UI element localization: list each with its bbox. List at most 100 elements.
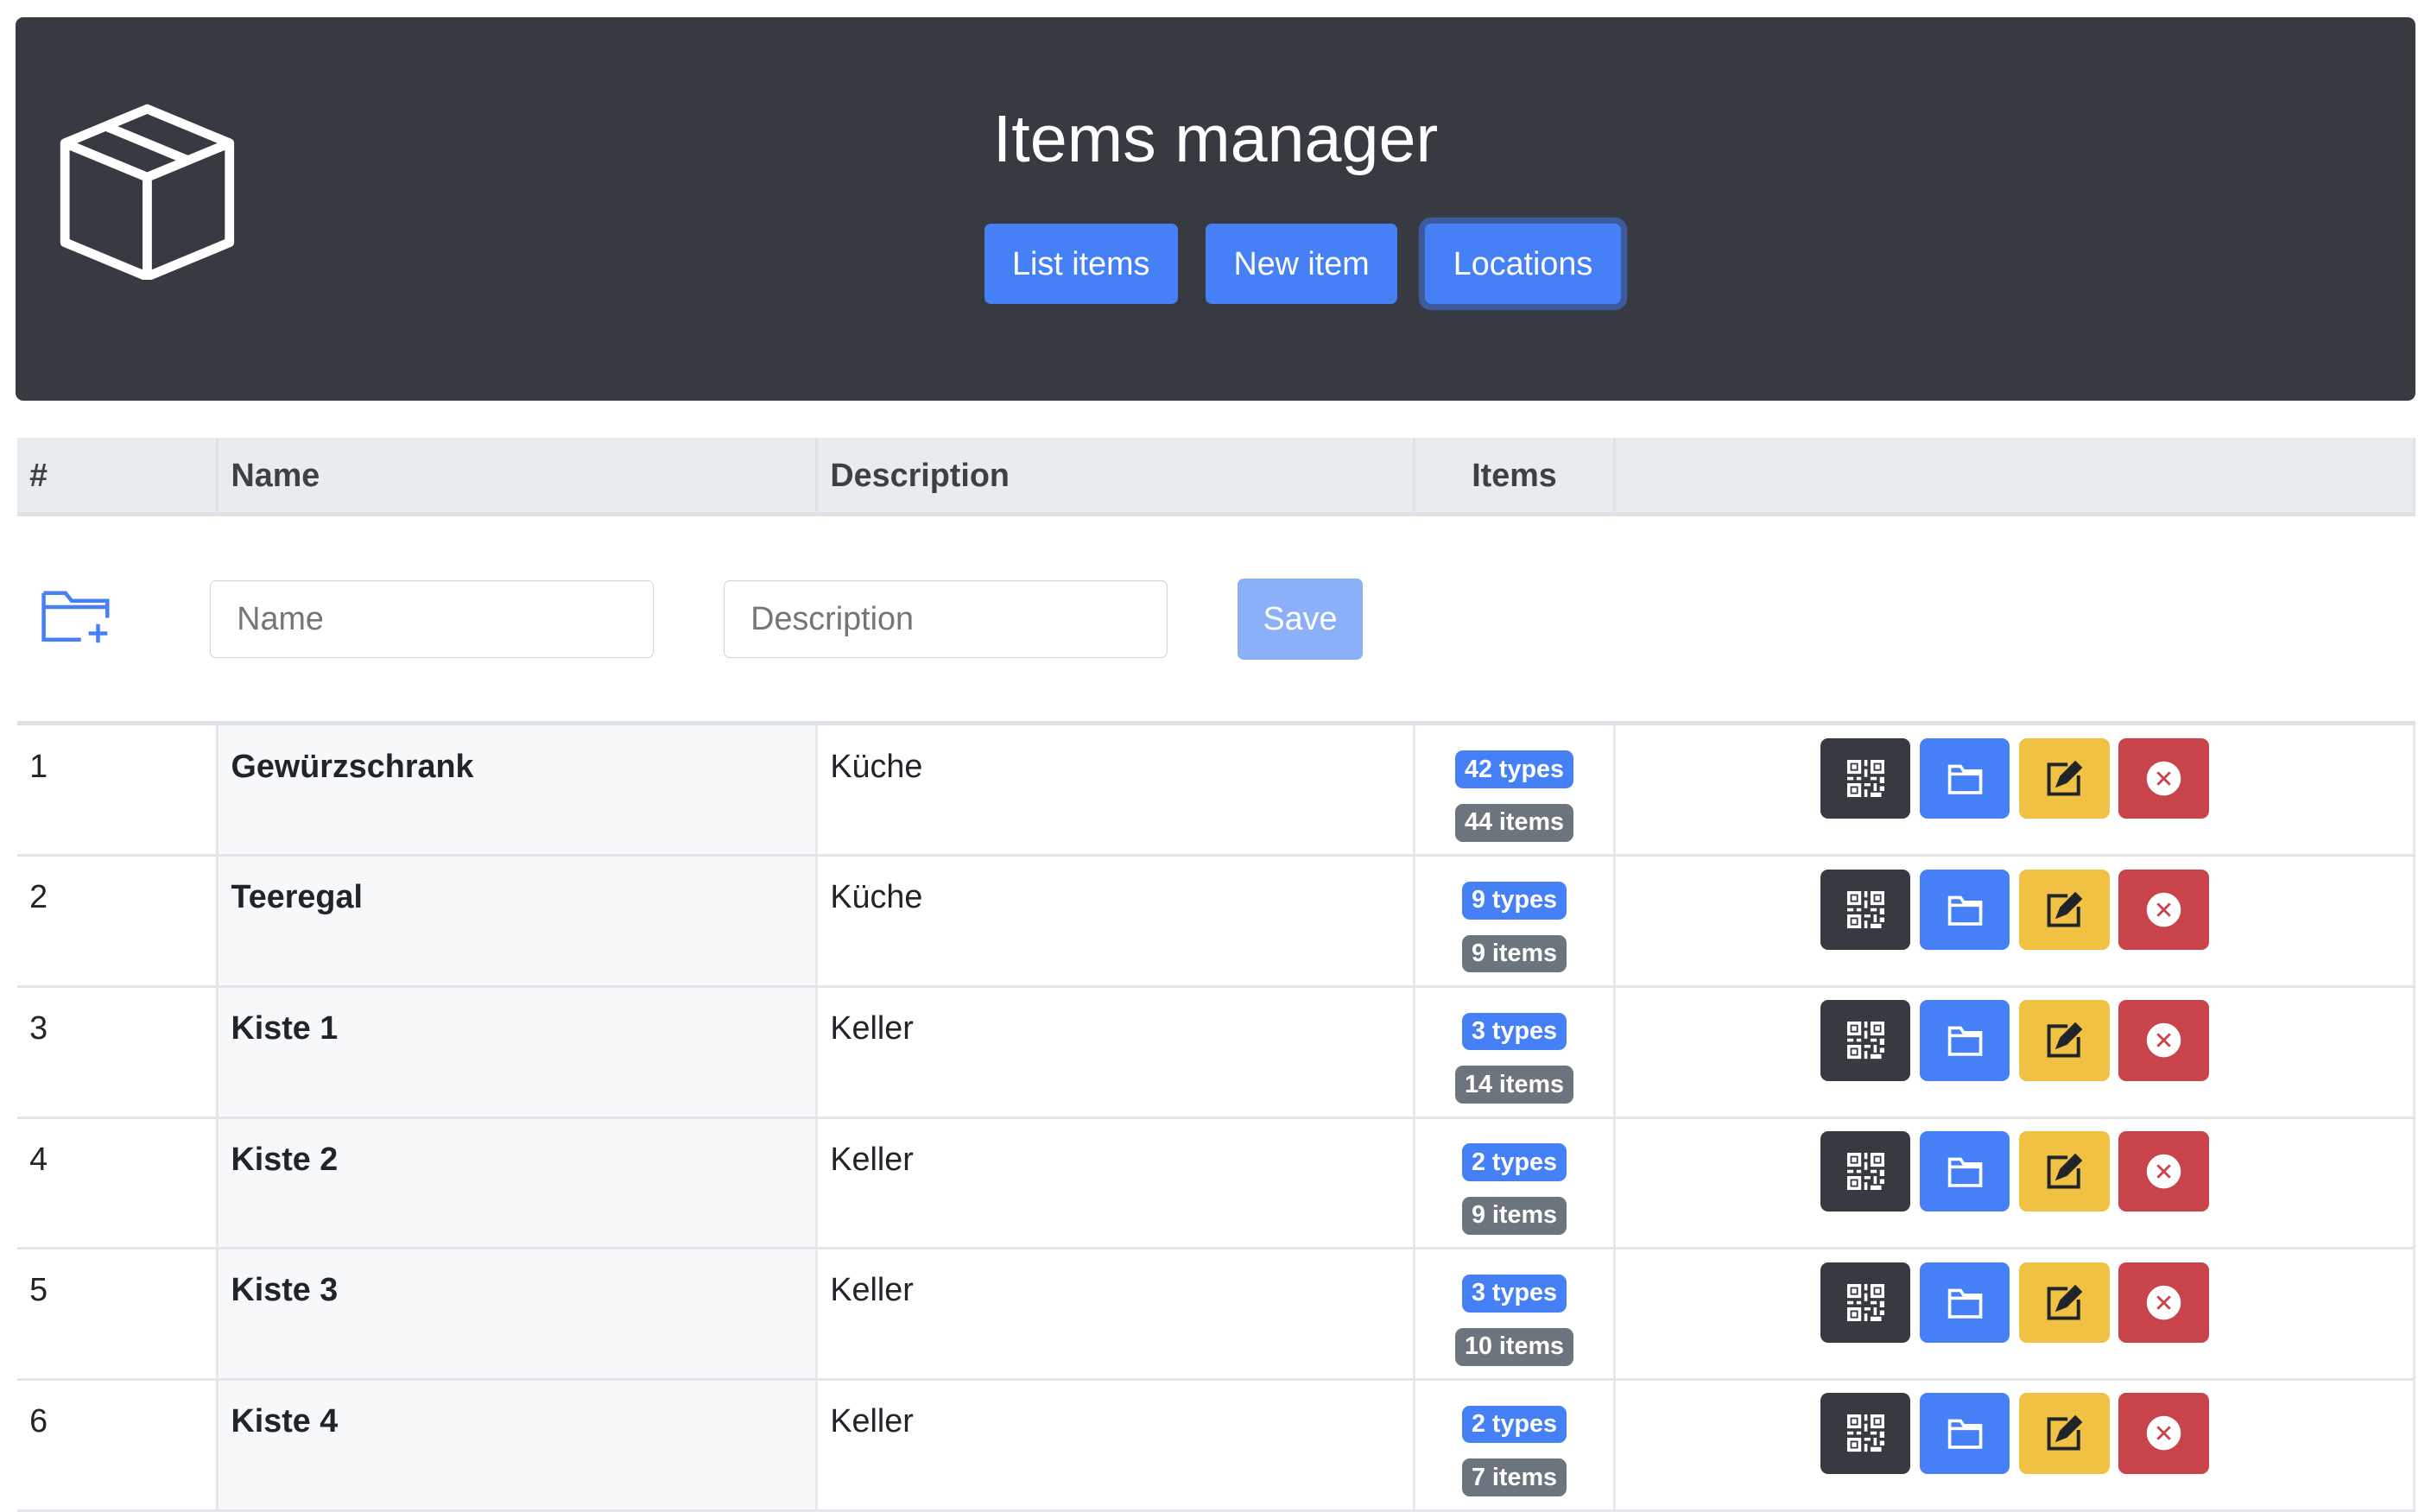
edit-button[interactable] (2019, 1000, 2110, 1081)
row-id: 4 (16, 1117, 219, 1250)
nav-list-items-button[interactable]: List items (984, 223, 1178, 305)
folder-open-icon (1947, 895, 1983, 926)
row-id: 2 (16, 855, 219, 988)
row-id: 3 (16, 986, 219, 1119)
table-row: 6 Kiste 4 Keller 2 types 7 items (16, 1379, 2416, 1512)
edit-button[interactable] (2019, 1393, 2110, 1474)
qr-code-button[interactable] (1820, 737, 1911, 819)
types-badge: 3 types (1462, 1275, 1567, 1313)
types-badge: 9 types (1462, 881, 1567, 920)
table-row: 1 Gewürzschrank Küche 42 types 44 items (16, 723, 2416, 857)
delete-button[interactable] (2118, 1130, 2209, 1212)
types-badge: 2 types (1462, 1143, 1567, 1182)
qr-code-button[interactable] (1820, 1000, 1911, 1081)
row-description: Keller (816, 986, 1416, 1119)
new-location-form: Save (16, 514, 2415, 726)
row-name: Teeregal (217, 855, 818, 988)
column-header-description: Description (816, 437, 1416, 517)
types-badge: 42 types (1455, 750, 1573, 789)
main-nav: List items New item Locations (16, 223, 2415, 305)
column-header-id: # (16, 437, 219, 517)
locations-table: # Name Description Items Save 1 Gewürzsc… (16, 437, 2416, 1512)
edit-icon (2047, 760, 2083, 796)
edit-icon (2047, 891, 2083, 927)
row-name: Gewürzschrank (217, 723, 818, 857)
qr-code-icon (1846, 1022, 1884, 1060)
row-name: Kiste 3 (217, 1248, 818, 1381)
items-badge: 14 items (1455, 1066, 1573, 1104)
nav-new-item-button[interactable]: New item (1206, 223, 1398, 305)
qr-code-icon (1846, 1414, 1884, 1452)
types-badge: 2 types (1462, 1405, 1567, 1444)
open-button[interactable] (1920, 869, 2010, 951)
delete-button[interactable] (2118, 1393, 2209, 1474)
edit-icon (2047, 1153, 2083, 1189)
types-badge: 3 types (1462, 1012, 1567, 1051)
column-header-name: Name (217, 437, 818, 517)
items-badge: 7 items (1462, 1458, 1567, 1497)
row-description: Küche (816, 723, 1416, 857)
row-id: 6 (16, 1379, 219, 1512)
table-row: 2 Teeregal Küche 9 types 9 items (16, 855, 2416, 988)
delete-button[interactable] (2118, 1000, 2209, 1081)
folder-plus-icon (41, 591, 110, 643)
delete-button[interactable] (2118, 1262, 2209, 1344)
edit-icon (2047, 1415, 2083, 1451)
edit-button[interactable] (2019, 737, 2110, 819)
folder-open-icon (1947, 1157, 1983, 1187)
qr-code-icon (1846, 890, 1884, 928)
row-name: Kiste 1 (217, 986, 818, 1119)
open-button[interactable] (1920, 1000, 2010, 1081)
folder-open-icon (1947, 1419, 1983, 1449)
open-button[interactable] (1920, 1262, 2010, 1344)
qr-code-button[interactable] (1820, 1130, 1911, 1212)
open-button[interactable] (1920, 1393, 2010, 1474)
page-title: Items manager (992, 101, 1439, 176)
x-circle-icon (2146, 1154, 2181, 1189)
x-circle-icon (2146, 761, 2181, 796)
edit-button[interactable] (2019, 1262, 2110, 1344)
items-badge: 9 items (1462, 1197, 1567, 1235)
nav-locations-button[interactable]: Locations (1425, 223, 1621, 305)
row-description: Küche (816, 855, 1416, 988)
table-row: 4 Kiste 2 Keller 2 types 9 items (16, 1117, 2416, 1250)
save-button[interactable]: Save (1237, 579, 1364, 660)
row-description: Keller (816, 1248, 1416, 1381)
open-button[interactable] (1920, 1130, 2010, 1212)
row-name: Kiste 4 (217, 1379, 818, 1512)
row-description: Keller (816, 1117, 1416, 1250)
qr-code-button[interactable] (1820, 1262, 1911, 1344)
x-circle-icon (2146, 1023, 2181, 1058)
row-id: 5 (16, 1248, 219, 1381)
folder-open-icon (1947, 1288, 1983, 1319)
app-header: Items manager List items New item Locati… (15, 16, 2416, 401)
qr-code-icon (1846, 1283, 1884, 1321)
edit-button[interactable] (2019, 1130, 2110, 1212)
table-row: 5 Kiste 3 Keller 3 types 10 items (16, 1248, 2416, 1381)
items-badge: 9 items (1462, 934, 1567, 973)
edit-button[interactable] (2019, 869, 2110, 951)
name-input[interactable] (209, 579, 654, 658)
x-circle-icon (2146, 892, 2181, 927)
qr-code-icon (1846, 760, 1884, 798)
column-header-items: Items (1414, 437, 1616, 517)
row-name: Kiste 2 (217, 1117, 818, 1250)
delete-button[interactable] (2118, 869, 2209, 951)
qr-code-button[interactable] (1820, 869, 1911, 951)
delete-button[interactable] (2118, 737, 2209, 819)
row-description: Keller (816, 1379, 1416, 1512)
edit-icon (2047, 1284, 2083, 1320)
column-header-actions (1614, 437, 2416, 517)
row-id: 1 (16, 723, 219, 857)
open-button[interactable] (1920, 737, 2010, 819)
description-input[interactable] (723, 579, 1168, 658)
qr-code-button[interactable] (1820, 1393, 1911, 1474)
folder-open-icon (1947, 1026, 1983, 1056)
items-badge: 44 items (1455, 804, 1573, 842)
edit-icon (2047, 1022, 2083, 1058)
x-circle-icon (2146, 1285, 2181, 1320)
folder-open-icon (1947, 764, 1983, 794)
table-row: 3 Kiste 1 Keller 3 types 14 items (16, 986, 2416, 1119)
x-circle-icon (2146, 1416, 2181, 1451)
items-badge: 10 items (1455, 1327, 1573, 1366)
